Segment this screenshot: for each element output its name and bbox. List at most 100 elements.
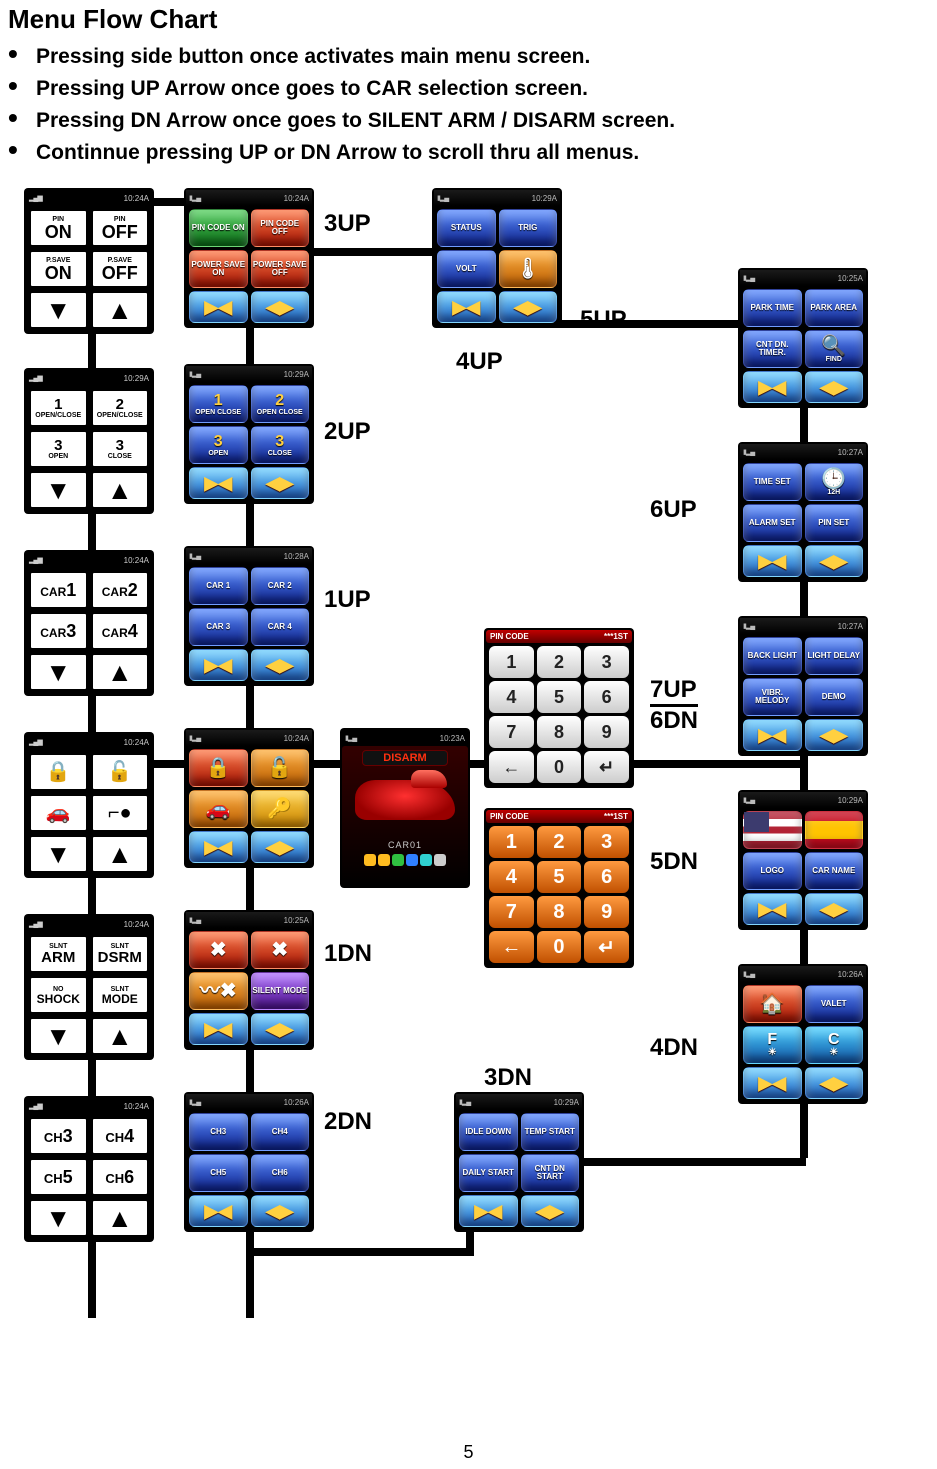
status-time: 10:29A [554,1098,579,1107]
tile-slnt-dsrm: SLNTDSRM [91,935,150,973]
signal-icon: ▮▂▄ [743,622,754,630]
nav-down-icon: ▶◀ [189,649,248,681]
tile-pincode-off: PIN CODE OFF [251,209,310,247]
lock-icon [364,854,376,866]
up-arrow-icon: ▲ [91,653,150,691]
tile-backlight: BACK LIGHT [743,637,802,675]
color-screen-2up: ▮▂▄10:29A 1OPEN CLOSE 2OPEN CLOSE 3OPEN … [184,364,314,504]
nav-up-icon: ◀▶ [251,831,310,863]
bullet-text: Continnue pressing UP or DN Arrow to scr… [36,141,639,165]
key-back: ← [489,751,534,783]
tile-car1: CAR1 [29,571,88,609]
tile-celsius: C☀ [805,1026,864,1064]
key-3: 3 [584,826,629,858]
car-status-icons [342,854,468,866]
tile-park-time: PARK TIME [743,289,802,327]
tile-fahrenheit: F☀ [743,1026,802,1064]
signal-icon: ▮▂▄ [345,734,356,742]
label-4dn: 4DN [650,1034,698,1062]
color-screen-7up: ▮▂▄ 10:27A BACK LIGHT LIGHT DELAY VIBR. M… [738,616,868,756]
key-4: 4 [489,681,534,713]
tile-ch4: CH4 [91,1117,150,1155]
status-icon [392,854,404,866]
color-screen-3up: ▮▂▄10:24A PIN CODE ON PIN CODE OFF POWER… [184,188,314,328]
tile-cntdn-start: CNT DN START [521,1154,580,1192]
down-arrow-icon: ▼ [29,291,88,329]
key-9: 9 [584,896,629,928]
up-arrow-icon: ▲ [91,471,150,509]
key-enter: ↵ [584,751,629,783]
label-3up: 3UP [324,210,371,238]
nav-up-icon: ◀▶ [805,1067,864,1099]
bullet-dot: • [8,141,36,159]
mono-screen-car-select: ▂▄▆10:24A CAR1 CAR2 CAR3 CAR4 ▼ ▲ [24,550,154,696]
signal-icon: ▮▂▄ [743,448,754,456]
tile-temp-start: TEMP START [521,1113,580,1151]
tile-volt: VOLT [437,250,496,288]
tile-light-delay: LIGHT DELAY [805,637,864,675]
signal-icon: ▮▂▄ [743,274,754,282]
key-0: 0 [537,751,582,783]
nav-down-icon: ▶◀ [189,1195,248,1227]
nav-up-icon: ◀▶ [521,1195,580,1227]
tile-pin-on: PINON [29,209,88,247]
status-time: 10:24A [124,556,149,565]
tile-daily-start: DAILY START [459,1154,518,1192]
down-arrow-icon: ▼ [29,835,88,873]
nav-up-icon: ◀▶ [251,1013,310,1045]
status-time: 10:27A [838,622,863,631]
tile-ch5: CH5 [29,1158,88,1196]
tile-trig: TRIG [499,209,558,247]
status-time: 10:24A [124,738,149,747]
color-screen-main: ▮▂▄10:24A 🔒 🔓 🚗 🔑 ▶◀ ◀▶ [184,728,314,868]
down-arrow-icon: ▼ [29,1199,88,1237]
signal-icon: ▂▄▆ [29,738,42,746]
thermometer-icon: 🌡 [499,250,558,288]
keypad-white: PIN CODE***1ST 1 2 3 4 5 6 7 8 9 ← 0 ↵ [484,628,634,788]
tile-pincode-on: PIN CODE ON [189,209,248,247]
signal-icon: ▮▂▄ [189,1098,200,1106]
key-enter: ↵ [584,931,629,963]
tile-car4: CAR4 [91,612,150,650]
nav-down-icon: ▶◀ [437,291,496,323]
tile-vibr-melody: VIBR. MELODY [743,678,802,716]
tile-powersave-on: POWER SAVE ON [189,250,248,288]
key-6: 6 [584,681,629,713]
color-screen-3dn: ▮▂▄10:29A IDLE DOWN TEMP START DAILY STA… [454,1092,584,1232]
nav-up-icon: ◀▶ [805,545,864,577]
tile-no-shock: NOSHOCK [29,976,88,1014]
tile-slnt-mode: SLNTMODE [91,976,150,1014]
tile-2-openclose: 2OPEN CLOSE [251,385,310,423]
status-time: 10:29A [838,796,863,805]
tile-powersave-off: POWER SAVE OFF [251,250,310,288]
tile-status: STATUS [437,209,496,247]
key-1: 1 [489,646,534,678]
tile-demo: DEMO [805,678,864,716]
color-screen-4up: ▮▂▄10:29A STATUS TRIG VOLT 🌡 ▶◀ ◀▶ [432,188,562,328]
mono-screen-pin-psave: ▂▄▆10:24A PINON PINOFF P.SAVEON P.SAVEOF… [24,188,154,334]
bullet-dot: • [8,77,36,95]
nav-up-icon: ◀▶ [499,291,558,323]
connector [246,1248,474,1256]
color-screen-6up: ▮▂▄10:27A TIME SET 🕒12H ALARM SET PIN SE… [738,442,868,582]
tile-ch6: CH6 [91,1158,150,1196]
status-time: 10:24A [124,194,149,203]
nav-up-icon: ◀▶ [251,467,310,499]
tile-ch6: CH6 [251,1154,310,1192]
tile-3-close: 3CLOSE [251,426,310,464]
down-arrow-icon: ▼ [29,471,88,509]
signal-icon: ▂▄▆ [29,920,42,928]
tile-find: 🔍FIND [805,330,864,368]
label-4up: 4UP [456,348,503,376]
bullet-text: Pressing UP Arrow once goes to CAR selec… [36,77,588,101]
unlock-icon: 🔓 [251,749,310,787]
keypad-attempt: ***1ST [604,632,628,641]
nav-up-icon: ◀▶ [805,371,864,403]
nav-down-icon: ▶◀ [743,1067,802,1099]
key-7: 7 [489,716,534,748]
car-illustration [355,780,455,820]
tile-time-set: TIME SET [743,463,802,501]
status-time: 10:24A [124,1102,149,1111]
keypad-orange: PIN CODE***1ST 1 2 3 4 5 6 7 8 9 ← 0 ↵ [484,808,634,968]
mono-screen-silent: ▂▄▆10:24A SLNTARM SLNTDSRM NOSHOCK SLNTM… [24,914,154,1060]
